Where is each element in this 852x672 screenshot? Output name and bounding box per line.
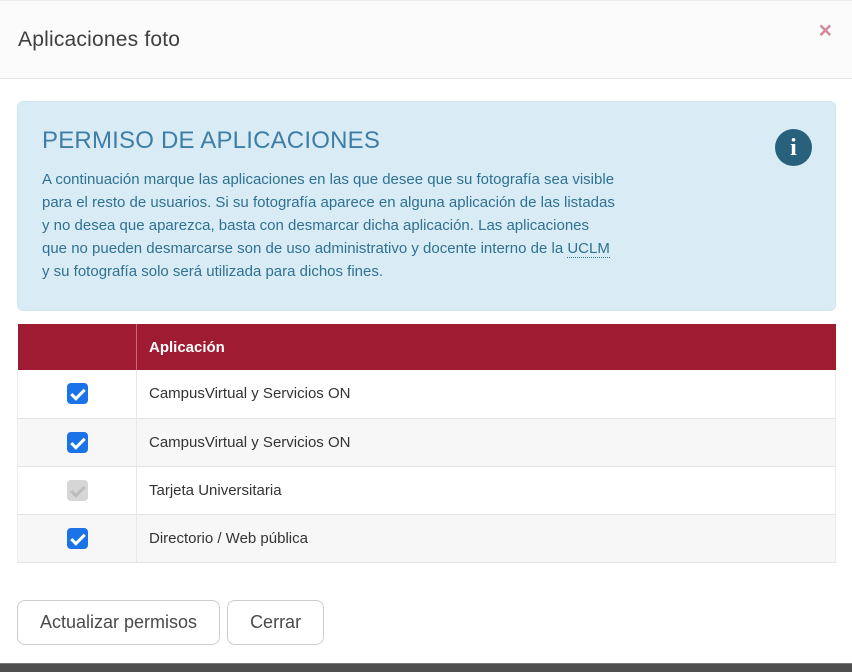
table-row: CampusVirtual y Servicios ON xyxy=(18,370,836,418)
checkbox-cell xyxy=(18,514,137,562)
modal-title: Aplicaciones foto xyxy=(18,28,180,52)
photo-applications-modal: Aplicaciones foto × PERMISO DE APLICACIO… xyxy=(0,0,852,672)
checkbox-column-header xyxy=(18,324,137,370)
update-permissions-button[interactable]: Actualizar permisos xyxy=(17,600,220,645)
uclm-link[interactable]: UCLM xyxy=(567,240,610,258)
table-row: CampusVirtual y Servicios ON xyxy=(18,418,836,466)
applications-table: Aplicación CampusVirtual y Servicios ONC… xyxy=(17,324,836,563)
checkbox-cell xyxy=(18,466,137,514)
action-buttons: Actualizar permisos Cerrar xyxy=(17,600,836,645)
permissions-info-panel: PERMISO DE APLICACIONES i A continuación… xyxy=(17,101,836,311)
checkbox-checked[interactable] xyxy=(67,383,88,404)
application-label: CampusVirtual y Servicios ON xyxy=(137,418,836,466)
table-row: Tarjeta Universitaria xyxy=(18,466,836,514)
modal-body: PERMISO DE APLICACIONES i A continuación… xyxy=(0,79,852,645)
checkbox-checked[interactable] xyxy=(67,528,88,549)
panel-description: A continuación marque las aplicaciones e… xyxy=(42,168,617,283)
application-label: Tarjeta Universitaria xyxy=(137,466,836,514)
description-text-before: A continuación marque las aplicaciones e… xyxy=(42,171,615,257)
checkbox-checked[interactable] xyxy=(67,432,88,453)
checkbox-disabled-checked xyxy=(67,480,88,501)
close-icon[interactable]: × xyxy=(815,15,836,46)
table-body: CampusVirtual y Servicios ONCampusVirtua… xyxy=(18,370,836,562)
table-row: Directorio / Web pública xyxy=(18,514,836,562)
application-label: CampusVirtual y Servicios ON xyxy=(137,370,836,418)
checkbox-cell xyxy=(18,370,137,418)
description-text-after: y su fotografía solo será utilizada para… xyxy=(42,263,383,280)
application-column-header: Aplicación xyxy=(137,324,836,370)
application-label: Directorio / Web pública xyxy=(137,514,836,562)
checkbox-cell xyxy=(18,418,137,466)
page-bottom-bar xyxy=(0,663,852,672)
table-head: Aplicación xyxy=(18,324,836,370)
info-icon: i xyxy=(775,129,812,166)
close-button[interactable]: Cerrar xyxy=(227,600,324,645)
modal-header: Aplicaciones foto × xyxy=(0,1,852,79)
panel-heading: PERMISO DE APLICACIONES xyxy=(42,127,811,155)
